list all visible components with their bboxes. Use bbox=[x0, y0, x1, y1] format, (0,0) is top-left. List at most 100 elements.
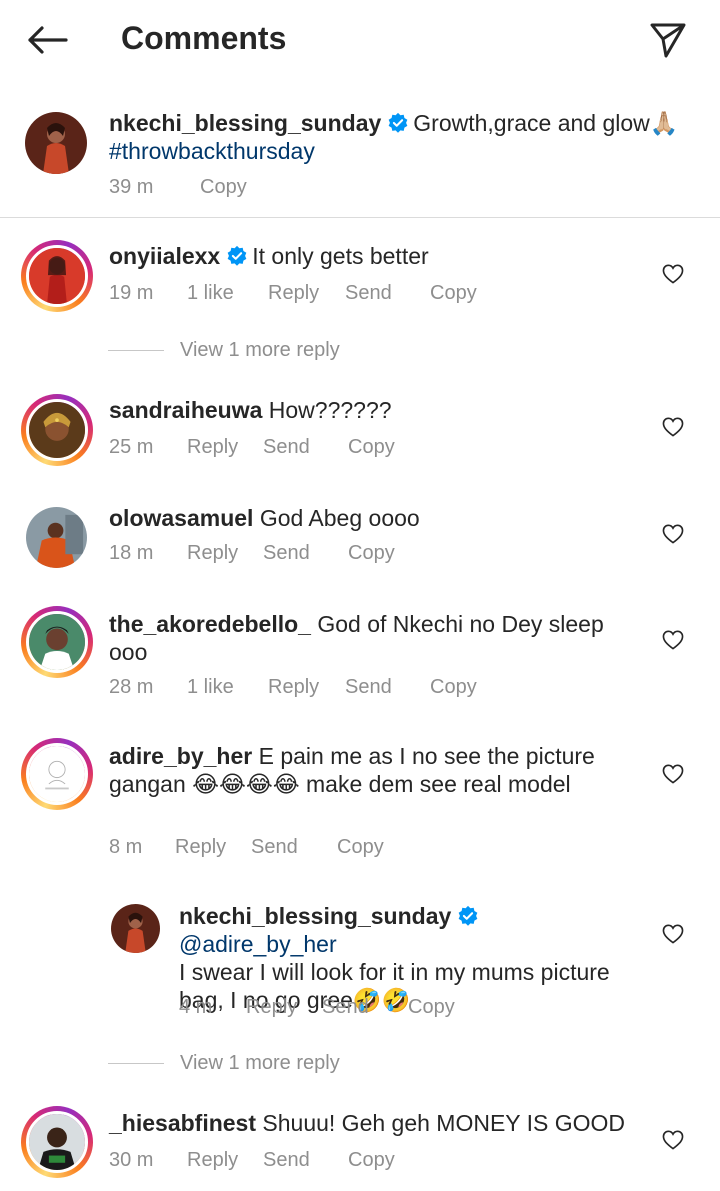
send-button[interactable]: Send bbox=[322, 996, 408, 1019]
timestamp: 4 m bbox=[179, 996, 213, 1018]
comment-username[interactable]: _hiesabfinest bbox=[109, 1110, 256, 1136]
caption-meta: 39 m Copy bbox=[109, 176, 247, 199]
comment-meta: 8 m Reply Send Copy bbox=[109, 836, 384, 859]
hashtag-link[interactable]: #throwbackthursday bbox=[109, 138, 315, 164]
heart-icon[interactable] bbox=[662, 764, 684, 784]
view-more-label: View 1 more reply bbox=[180, 339, 340, 361]
comment-username[interactable]: the_akoredebello_ bbox=[109, 611, 311, 637]
send-button[interactable]: Send bbox=[263, 436, 348, 459]
reply-button[interactable]: Reply bbox=[187, 542, 263, 565]
reply-button[interactable]: Reply bbox=[187, 1149, 263, 1172]
timestamp: 28 m bbox=[109, 676, 154, 698]
comment-item: the_akoredebello_ God of Nkechi no Dey s… bbox=[0, 604, 720, 704]
avatar-image bbox=[111, 904, 160, 953]
send-button[interactable]: Send bbox=[263, 542, 348, 565]
heart-icon[interactable] bbox=[662, 630, 684, 650]
comment-item: onyiialexx It only gets better 19 m 1 lik… bbox=[0, 238, 720, 368]
comment-message: God Abeg oooo bbox=[259, 505, 420, 531]
copy-button[interactable]: Copy bbox=[430, 676, 477, 699]
verified-badge-icon bbox=[227, 245, 247, 266]
avatar[interactable] bbox=[21, 1106, 93, 1178]
reply-item: nkechi_blessing_sunday@adire_by_her I sw… bbox=[0, 898, 720, 1028]
send-button[interactable]: Send bbox=[345, 282, 430, 305]
view-more-replies[interactable]: View 1 more reply bbox=[108, 339, 340, 362]
header-bar: Comments bbox=[0, 0, 720, 80]
view-more-replies[interactable]: View 1 more reply bbox=[108, 1052, 340, 1075]
avatar[interactable] bbox=[111, 904, 160, 953]
post-caption: nkechi_blessing_sunday Growth,grace and g… bbox=[0, 95, 720, 218]
avatar[interactable] bbox=[21, 738, 93, 810]
timestamp: 30 m bbox=[109, 1149, 154, 1171]
share-button[interactable] bbox=[644, 16, 692, 64]
copy-button[interactable]: Copy bbox=[348, 542, 395, 565]
paper-plane-icon bbox=[650, 23, 686, 58]
reply-button[interactable]: Reply bbox=[187, 436, 263, 459]
avatar-image bbox=[29, 1114, 85, 1170]
heart-icon[interactable] bbox=[662, 417, 684, 437]
reply-button[interactable]: Reply bbox=[246, 996, 322, 1019]
verified-badge-icon bbox=[458, 905, 478, 926]
timestamp: 18 m bbox=[109, 542, 154, 564]
send-button[interactable]: Send bbox=[251, 836, 337, 859]
reply-button[interactable]: Reply bbox=[268, 282, 345, 305]
comment-meta: 25 m Reply Send Copy bbox=[109, 436, 395, 459]
reply-meta: 4 m Reply Send Copy bbox=[179, 996, 455, 1019]
reply-button[interactable]: Reply bbox=[175, 836, 251, 859]
comment-username[interactable]: olowasamuel bbox=[109, 505, 253, 531]
send-button[interactable]: Send bbox=[345, 676, 430, 699]
comment-text: the_akoredebello_ God of Nkechi no Dey s… bbox=[109, 610, 628, 666]
caption-text: nkechi_blessing_sunday Growth,grace and g… bbox=[109, 109, 680, 165]
mention-link[interactable]: @adire_by_her bbox=[179, 931, 337, 957]
avatar-image bbox=[26, 507, 87, 568]
likes-count[interactable]: 1 like bbox=[187, 282, 268, 305]
verified-badge-icon bbox=[388, 112, 408, 133]
heart-icon[interactable] bbox=[662, 1130, 684, 1150]
heart-icon[interactable] bbox=[662, 524, 684, 544]
page-title: Comments bbox=[121, 20, 287, 56]
copy-button[interactable]: Copy bbox=[348, 1149, 395, 1172]
copy-button[interactable]: Copy bbox=[200, 176, 247, 199]
back-button[interactable] bbox=[22, 18, 72, 62]
caption-username[interactable]: nkechi_blessing_sunday bbox=[109, 110, 381, 136]
comment-username[interactable]: adire_by_her bbox=[109, 743, 252, 769]
avatar[interactable] bbox=[21, 394, 93, 466]
avatar-image bbox=[29, 248, 85, 304]
copy-button[interactable]: Copy bbox=[337, 836, 384, 859]
timestamp: 39 m bbox=[109, 176, 154, 198]
likes-count[interactable]: 1 like bbox=[187, 676, 268, 699]
comment-meta: 19 m 1 like Reply Send Copy bbox=[109, 282, 477, 305]
caption-message: Growth,grace and glow🙏🏼 bbox=[413, 110, 679, 136]
comment-username[interactable]: sandraiheuwa bbox=[109, 397, 262, 423]
avatar[interactable] bbox=[21, 240, 93, 312]
comment-text: sandraiheuwa How?????? bbox=[109, 396, 628, 424]
comment-text: _hiesabfinest Shuuu! Geh geh MONEY IS GO… bbox=[109, 1109, 628, 1137]
heart-icon[interactable] bbox=[662, 264, 684, 284]
avatar[interactable] bbox=[26, 507, 87, 568]
avatar[interactable] bbox=[25, 112, 87, 174]
comment-text: onyiialexx It only gets better bbox=[109, 242, 628, 270]
comment-item: olowasamuel God Abeg oooo 18 m Reply Sen… bbox=[0, 504, 720, 574]
timestamp: 25 m bbox=[109, 436, 154, 458]
copy-button[interactable]: Copy bbox=[348, 436, 395, 459]
avatar-image bbox=[29, 746, 85, 802]
send-button[interactable]: Send bbox=[263, 1149, 348, 1172]
copy-button[interactable]: Copy bbox=[430, 282, 477, 305]
comment-meta: 18 m Reply Send Copy bbox=[109, 542, 395, 565]
heart-icon[interactable] bbox=[662, 924, 684, 944]
reply-button[interactable]: Reply bbox=[268, 676, 345, 699]
reply-username[interactable]: nkechi_blessing_sunday bbox=[179, 903, 451, 929]
avatar-image bbox=[29, 402, 85, 458]
comment-username[interactable]: onyiialexx bbox=[109, 243, 220, 269]
comment-meta: 30 m Reply Send Copy bbox=[109, 1149, 395, 1172]
comment-message: It only gets better bbox=[252, 243, 429, 269]
comment-message: Shuuu! Geh geh MONEY IS GOOD bbox=[262, 1110, 626, 1136]
avatar[interactable] bbox=[21, 606, 93, 678]
comment-text: adire_by_her E pain me as I no see the p… bbox=[109, 742, 628, 798]
comment-item: sandraiheuwa How?????? 25 m Reply Send C… bbox=[0, 392, 720, 482]
divider-line bbox=[108, 1063, 164, 1064]
copy-button[interactable]: Copy bbox=[408, 996, 455, 1019]
comment-text: olowasamuel God Abeg oooo bbox=[109, 504, 628, 532]
comment-item: _hiesabfinest Shuuu! Geh geh MONEY IS GO… bbox=[0, 1104, 720, 1191]
view-more-label: View 1 more reply bbox=[180, 1052, 340, 1074]
comment-meta: 28 m 1 like Reply Send Copy bbox=[109, 676, 477, 699]
